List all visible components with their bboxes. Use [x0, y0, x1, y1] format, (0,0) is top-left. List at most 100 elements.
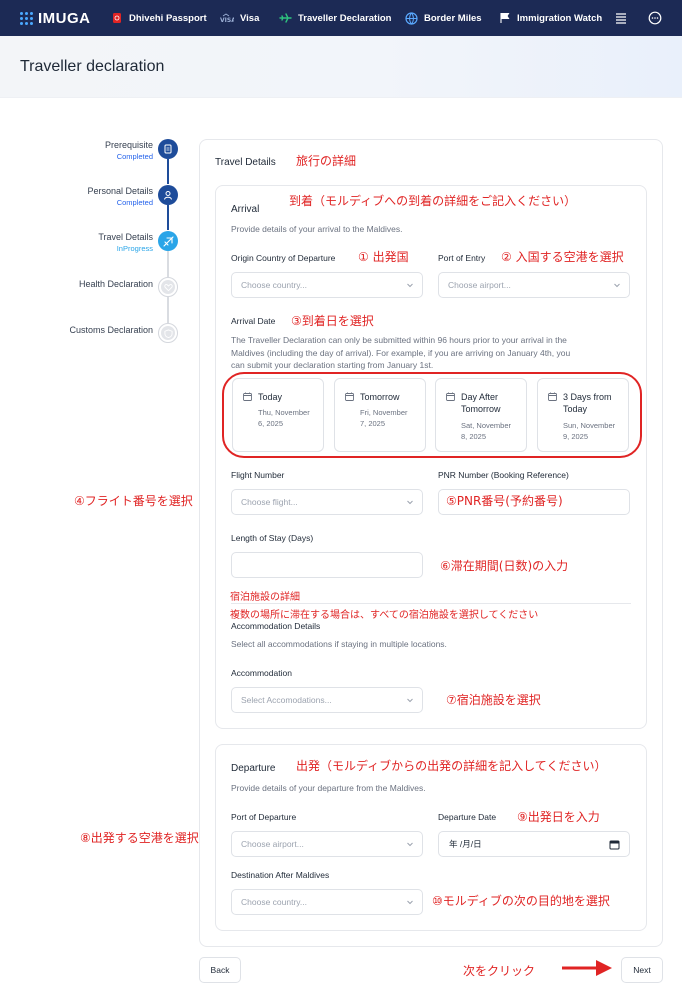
calendar-icon	[609, 840, 620, 850]
annotation-arrival: 到着（モルディブへの到着の詳細をご記入ください）	[289, 194, 577, 208]
step-travel-details-circle[interactable]	[158, 231, 178, 251]
chevron-down-icon	[407, 900, 413, 905]
section-divider	[231, 603, 631, 604]
accommodation-details-title: Accommodation Details	[231, 621, 321, 631]
annotation-accommodation: ⑦宿泊施設を選択	[446, 693, 541, 707]
passport-icon	[111, 12, 123, 24]
annotation-origin: ① 出発国	[358, 250, 409, 264]
nav-label: Border Miles	[424, 12, 482, 24]
annotation-accommodation-details: 宿泊施設の詳細	[230, 592, 300, 603]
globe-icon	[405, 11, 418, 25]
nav-item-immigration-watch[interactable]: Immigration Watch	[499, 0, 602, 36]
step-health-declaration-circle[interactable]	[158, 277, 178, 297]
destination-after-maldives-select[interactable]: Choose country...	[231, 889, 423, 915]
step-connector	[167, 297, 169, 323]
nav-item-dhivehi-passport[interactable]: Dhivehi Passport	[111, 0, 207, 36]
heart-icon	[163, 283, 173, 291]
accommodation-placeholder: Select Accomodations...	[241, 695, 332, 705]
step-status-travel-details: InProgress	[116, 244, 153, 253]
step-status-personal-details: Completed	[116, 198, 153, 207]
flight-number-select[interactable]: Choose flight...	[231, 489, 423, 515]
arrival-date-description-line-2: Maldives (including the day of arrival).…	[231, 347, 571, 358]
departure-date-label: Departure Date	[438, 812, 497, 822]
annotation-pnr: ⑤PNR番号(予約番号)	[446, 494, 563, 508]
accommodation-label: Accommodation	[231, 668, 292, 678]
airplane-icon	[279, 12, 292, 24]
port-of-entry-label: Port of Entry	[438, 253, 486, 263]
nav-label: Visa	[240, 12, 260, 24]
arrival-description: Provide details of your arrival to the M…	[231, 224, 403, 234]
page-header: Traveller declaration	[0, 36, 682, 98]
origin-country-label: Origin Country of Departure	[231, 253, 336, 263]
user-icon	[164, 191, 172, 200]
nav-label: Immigration Watch	[517, 12, 603, 24]
annotation-port-departure: ⑧出発する空港を選択	[80, 831, 199, 845]
chat-icon[interactable]	[648, 11, 662, 30]
accommodation-select[interactable]: Select Accomodations...	[231, 687, 423, 713]
visa-icon: VISA	[220, 12, 234, 24]
annotation-next: 次をクリック	[463, 964, 536, 978]
step-label-prerequisite: Prerequisite	[104, 140, 153, 150]
flight-number-placeholder: Choose flight...	[241, 497, 298, 507]
departure-title: Departure	[231, 763, 276, 774]
destination-placeholder: Choose country...	[241, 897, 307, 907]
top-nav: IMUGA Dhivehi Passport VISA Visa Travell…	[0, 0, 682, 36]
arrival-date-description-line-1: The Traveller Declaration can only be su…	[231, 335, 567, 345]
nav-label: Dhivehi Passport	[129, 12, 207, 24]
flight-number-label: Flight Number	[231, 470, 285, 480]
svg-text:VISA: VISA	[220, 17, 234, 24]
chevron-down-icon	[407, 842, 413, 847]
menu-list-icon[interactable]	[615, 11, 627, 29]
back-button[interactable]: Back	[199, 957, 241, 983]
next-button[interactable]: Next	[621, 957, 663, 983]
shield-icon	[163, 328, 173, 338]
port-of-entry-placeholder: Choose airport...	[448, 280, 511, 290]
step-personal-details-circle[interactable]	[158, 185, 178, 205]
annotation-highlight-ellipse	[222, 372, 642, 458]
step-label-customs-declaration: Customs Declaration	[69, 325, 153, 335]
pnr-number-label: PNR Number (Booking Reference)	[438, 470, 569, 480]
annotation-accommodation-multi: 複数の場所に滞在する場合は、すべての宿泊施設を選択してください	[230, 610, 539, 621]
departure-description: Provide details of your departure from t…	[231, 783, 426, 793]
chevron-down-icon	[407, 500, 413, 505]
travel-details-title: Travel Details	[215, 157, 276, 168]
step-status-prerequisite: Completed	[116, 152, 153, 161]
origin-country-select[interactable]: Choose country...	[231, 272, 423, 298]
chevron-down-icon	[407, 283, 413, 288]
annotation-departure: 出発（モルディブからの出発の詳細を記入してください）	[296, 759, 607, 773]
logo-dots-icon	[20, 12, 33, 25]
accommodation-description: Select all accommodations if staying in …	[231, 639, 447, 649]
step-label-travel-details: Travel Details	[98, 232, 153, 242]
arrival-date-description-line-3: can submit your declaration starting fro…	[231, 360, 434, 370]
port-of-entry-select[interactable]: Choose airport...	[438, 272, 630, 298]
step-connector	[167, 251, 169, 277]
port-of-departure-select[interactable]: Choose airport...	[231, 831, 423, 857]
length-of-stay-input[interactable]	[231, 552, 423, 578]
page-title: Traveller declaration	[20, 58, 165, 75]
arrival-date-label: Arrival Date	[231, 316, 276, 326]
step-label-health-declaration: Health Declaration	[78, 279, 153, 289]
departure-date-input[interactable]: 年 /月/日	[438, 831, 630, 857]
annotation-port-entry: ② 入国する空港を選択	[501, 250, 624, 264]
step-prerequisite-circle[interactable]	[158, 139, 178, 159]
nav-item-visa[interactable]: VISA Visa	[220, 0, 259, 36]
departure-date-placeholder: 年 /月/日	[449, 839, 482, 849]
annotation-stay: ⑥滞在期間(日数)の入力	[440, 559, 569, 573]
step-connector	[167, 205, 169, 230]
step-customs-declaration-circle[interactable]	[158, 323, 178, 343]
port-of-departure-label: Port of Departure	[231, 812, 297, 822]
document-icon	[164, 144, 172, 154]
nav-item-traveller-declaration[interactable]: Traveller Declaration	[279, 0, 391, 36]
airplane-icon	[162, 235, 174, 247]
step-connector	[167, 159, 169, 184]
annotation-arrow-icon	[560, 958, 614, 983]
length-of-stay-label: Length of Stay (Days)	[231, 533, 314, 543]
nav-item-border-miles[interactable]: Border Miles	[405, 0, 482, 36]
logo-text: IMUGA	[38, 10, 91, 27]
flag-icon	[499, 12, 511, 24]
nav-label: Traveller Declaration	[298, 12, 392, 24]
annotation-travel-details: 旅行の詳細	[296, 154, 357, 168]
step-label-personal-details: Personal Details	[87, 186, 153, 196]
imuga-logo[interactable]: IMUGA	[20, 10, 91, 27]
port-of-departure-placeholder: Choose airport...	[241, 839, 304, 849]
